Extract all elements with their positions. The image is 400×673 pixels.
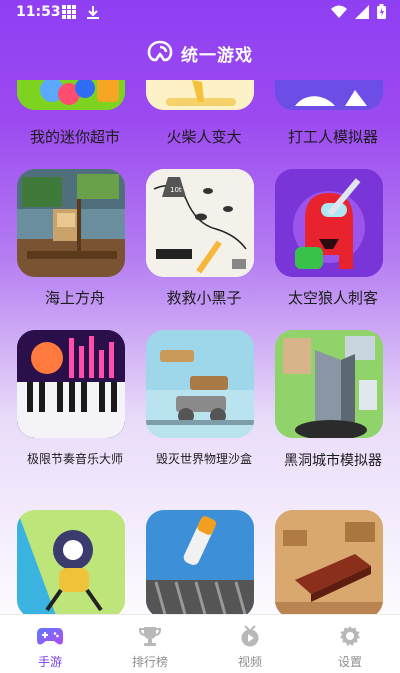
tab-games-label: 手游 <box>37 655 62 669</box>
game-thumb <box>146 510 254 614</box>
game-thumb <box>17 330 125 438</box>
gear-icon <box>339 625 361 650</box>
wifi-icon <box>331 5 347 22</box>
tab-games[interactable]: 手游 <box>0 615 100 673</box>
game-label: 太空狼人刺客 <box>287 289 378 307</box>
game-label: 极限节奏音乐大师 <box>26 452 123 466</box>
game-label: 打工人模拟器 <box>287 128 378 146</box>
game-thumb <box>275 80 383 110</box>
bottom-nav: 手游 排行榜 视频 设置 <box>0 614 400 673</box>
game-label: 火柴人变大 <box>166 128 242 146</box>
game-thumb <box>146 80 254 110</box>
game-label: 毁灭世界物理沙盒 <box>155 452 252 466</box>
game-thumb: 10t <box>146 169 254 277</box>
status-time: 11:53 <box>16 4 61 20</box>
tab-settings[interactable]: 设置 <box>300 615 400 673</box>
game-thumb <box>17 510 125 614</box>
app-title: 统一游戏 <box>181 45 253 66</box>
game-thumb <box>17 80 125 110</box>
game-label: 海上方舟 <box>44 289 105 307</box>
game-thumb <box>17 169 125 277</box>
game-thumb <box>275 330 383 438</box>
game-label: 黑洞城市模拟器 <box>284 453 382 469</box>
game-label: 我的迷你超市 <box>29 128 120 146</box>
game-thumb <box>275 510 383 614</box>
status-bar: 11:53 <box>0 0 400 26</box>
tab-settings-label: 设置 <box>337 655 362 669</box>
app-header: 统一游戏 <box>0 36 400 70</box>
trophy-icon <box>138 625 162 650</box>
grid-icon <box>62 5 76 24</box>
tab-video[interactable]: 视频 <box>200 615 300 673</box>
game-thumb <box>275 169 383 277</box>
tab-ranking-label: 排行榜 <box>131 655 168 669</box>
game-grid[interactable]: 我的迷你超市 火柴人变大 打工人模拟器 海上方舟 10t 救救小黑子 太空狼人刺… <box>0 80 400 614</box>
gamepad-icon <box>36 625 64 650</box>
video-icon <box>238 625 262 650</box>
signal-icon <box>355 4 369 23</box>
battery-icon <box>377 4 386 23</box>
tab-ranking[interactable]: 排行榜 <box>100 615 200 673</box>
svg-text:10t: 10t <box>170 186 182 194</box>
tab-video-label: 视频 <box>237 655 262 669</box>
app-logo-icon <box>147 39 173 67</box>
game-thumb <box>146 330 254 438</box>
game-label: 救救小黑子 <box>166 289 242 307</box>
download-icon <box>86 5 100 24</box>
